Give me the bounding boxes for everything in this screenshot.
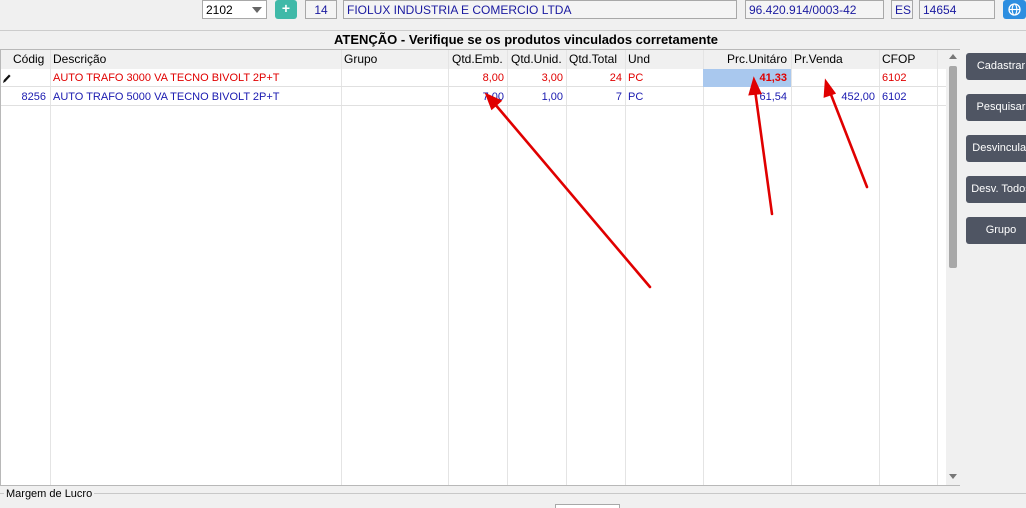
- supplier-code-field[interactable]: 14: [305, 0, 337, 19]
- cell-qtd-unid: 1,00: [541, 91, 563, 103]
- cell-und: PC: [628, 91, 644, 103]
- column-divider: [937, 50, 938, 485]
- column-divider: [50, 50, 51, 485]
- column-divider: [448, 50, 449, 485]
- cell-prc-unitario[interactable]: 41,33: [705, 72, 787, 84]
- cell-cfop: 6102: [882, 72, 907, 84]
- supplier-name-field[interactable]: FIOLUX INDUSTRIA E COMERCIO LTDA: [343, 0, 737, 19]
- grid-header: Códig Descrição Grupo Qtd.Emb. Qtd.Unid.…: [1, 50, 946, 69]
- col-header-qtd-emb[interactable]: Qtd.Emb.: [452, 52, 503, 66]
- column-divider: [341, 50, 342, 485]
- vertical-scrollbar[interactable]: [946, 50, 960, 485]
- col-header-qtd-total[interactable]: Qtd.Total: [569, 52, 617, 66]
- cell-qtd-unid: 3,00: [541, 72, 563, 84]
- separator: [0, 30, 1026, 31]
- desvincular-todos-button[interactable]: Desv. Todos: [966, 176, 1026, 203]
- scrollbar-thumb[interactable]: [949, 66, 957, 268]
- cell-codigo: 8256: [21, 91, 46, 103]
- col-header-codigo[interactable]: Códig: [13, 52, 49, 66]
- cell-cfop: 6102: [882, 91, 907, 103]
- col-header-cfop[interactable]: CFOP: [882, 52, 915, 66]
- margin-group: [0, 493, 1026, 508]
- cell-qtd-emb: 7,00: [482, 91, 504, 103]
- cell-und: PC: [628, 72, 644, 84]
- margin-label: Margem de Lucro: [4, 488, 95, 500]
- margin-input[interactable]: [555, 504, 620, 508]
- globe-button[interactable]: [1003, 0, 1026, 19]
- col-header-und[interactable]: Und: [628, 52, 650, 66]
- column-divider: [791, 50, 792, 485]
- scroll-up-icon[interactable]: [949, 54, 957, 59]
- globe-icon: [1008, 3, 1021, 16]
- cell-qtd-emb: 8,00: [482, 72, 504, 84]
- scroll-down-icon[interactable]: [949, 474, 957, 479]
- grupo-button[interactable]: Grupo: [966, 217, 1026, 244]
- column-divider: [507, 50, 508, 485]
- add-button[interactable]: +: [275, 0, 297, 19]
- cnpj-field[interactable]: 96.420.914/0003-42: [745, 0, 884, 19]
- pesquisar-button[interactable]: Pesquisar: [966, 94, 1026, 121]
- column-divider: [879, 50, 880, 485]
- number-field[interactable]: 14654: [919, 0, 995, 19]
- col-header-qtd-unid[interactable]: Qtd.Unid.: [511, 52, 562, 66]
- col-header-prc-unitario[interactable]: Prc.Unitáro: [727, 52, 787, 66]
- cell-qtd-total: 7: [615, 91, 622, 103]
- pencil-icon: [3, 74, 11, 83]
- cell-descricao: AUTO TRAFO 5000 VA TECNO BIVOLT 2P+T: [53, 91, 280, 103]
- branch-select-value: 2102: [206, 3, 233, 17]
- cell-pr-venda: 452,00: [841, 91, 875, 103]
- column-divider: [566, 50, 567, 485]
- desvincular-button[interactable]: Desvincular: [966, 135, 1026, 162]
- cell-prc-unitario: 61,54: [759, 91, 787, 103]
- products-grid[interactable]: Códig Descrição Grupo Qtd.Emb. Qtd.Unid.…: [0, 49, 960, 486]
- column-divider: [625, 50, 626, 485]
- branch-select[interactable]: 2102: [202, 0, 267, 19]
- page-title: ATENÇÃO - Verifique se os produtos vincu…: [333, 32, 719, 47]
- cell-qtd-total: 24: [609, 72, 622, 84]
- column-divider: [703, 50, 704, 485]
- table-row[interactable]: 8256 AUTO TRAFO 5000 VA TECNO BIVOLT 2P+…: [1, 88, 946, 106]
- cadastrar-button[interactable]: Cadastrar: [966, 53, 1026, 80]
- chevron-down-icon[interactable]: [252, 7, 262, 13]
- col-header-pr-venda[interactable]: Pr.Venda: [794, 52, 843, 66]
- state-field[interactable]: ES: [891, 0, 913, 19]
- col-header-descricao[interactable]: Descrição: [53, 52, 106, 66]
- top-bar: 2102 + 14 FIOLUX INDUSTRIA E COMERCIO LT…: [0, 0, 1026, 22]
- col-header-grupo[interactable]: Grupo: [344, 52, 377, 66]
- cell-descricao: AUTO TRAFO 3000 VA TECNO BIVOLT 2P+T: [53, 72, 280, 84]
- table-row[interactable]: AUTO TRAFO 3000 VA TECNO BIVOLT 2P+T 8,0…: [1, 69, 946, 87]
